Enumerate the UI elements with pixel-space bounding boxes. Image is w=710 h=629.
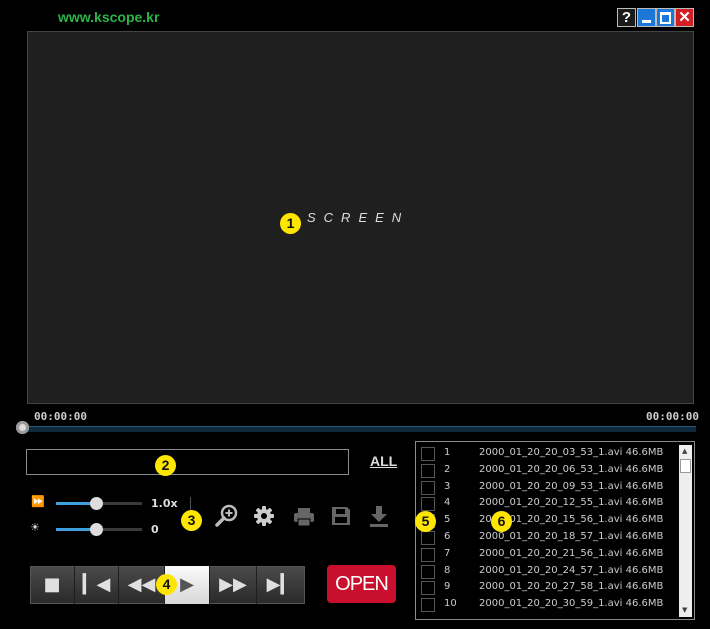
file-name: 2000_01_20_20_06_53_1.avi 46.6MB bbox=[479, 463, 664, 475]
seek-handle[interactable] bbox=[16, 421, 29, 434]
row-number: 7 bbox=[444, 547, 451, 559]
zoom-in-icon[interactable] bbox=[214, 503, 240, 529]
row-number: 3 bbox=[444, 480, 451, 492]
maximize-button[interactable] bbox=[656, 8, 675, 27]
minimize-button[interactable] bbox=[637, 8, 656, 27]
row-checkbox[interactable] bbox=[421, 447, 435, 461]
list-item[interactable]: 8 2000_01_20_20_24_57_1.avi 46.6MB bbox=[416, 563, 678, 579]
row-checkbox[interactable] bbox=[421, 581, 435, 596]
scroll-thumb[interactable] bbox=[680, 459, 691, 473]
next-button[interactable]: ▶▎ bbox=[257, 566, 304, 604]
list-item[interactable]: 1 2000_01_20_20_03_53_1.avi 46.6MB bbox=[416, 445, 678, 461]
marker-1: 1 bbox=[280, 213, 301, 234]
stop-button[interactable]: ■ bbox=[30, 566, 75, 604]
gear-icon[interactable] bbox=[253, 505, 275, 527]
list-item[interactable]: 3 2000_01_20_20_09_53_1.avi 46.6MB bbox=[416, 479, 678, 495]
row-checkbox[interactable] bbox=[421, 480, 435, 495]
download-icon[interactable] bbox=[369, 505, 389, 527]
file-name: 2000_01_20_20_30_59_1.avi 46.6MB bbox=[479, 598, 664, 610]
help-button[interactable]: ? bbox=[617, 8, 636, 27]
file-name: 2000_01_20_20_18_57_1.avi 46.6MB bbox=[479, 531, 664, 542]
open-button[interactable]: OPEN bbox=[327, 565, 396, 603]
list-item[interactable]: 2 2000_01_20_20_06_53_1.avi 46.6MB bbox=[416, 462, 678, 478]
row-number: 4 bbox=[444, 497, 451, 509]
row-checkbox[interactable] bbox=[421, 497, 435, 512]
file-name: 2000_01_20_20_03_53_1.avi 46.6MB bbox=[479, 447, 664, 458]
list-item[interactable]: 9 2000_01_20_20_27_58_1.avi 46.6MB bbox=[416, 579, 678, 596]
row-checkbox[interactable] bbox=[421, 531, 435, 545]
file-name: 2000_01_20_20_27_58_1.avi 46.6MB bbox=[479, 581, 664, 593]
file-info-box bbox=[26, 449, 349, 475]
current-time: 00:00:00 bbox=[34, 410, 87, 423]
previous-button[interactable]: ▎◀ bbox=[75, 566, 119, 604]
speed-slider-handle[interactable] bbox=[90, 497, 103, 510]
brightness-value: 0 bbox=[151, 523, 159, 536]
seek-bar[interactable] bbox=[24, 426, 696, 432]
list-item[interactable]: 6 2000_01_20_20_18_57_1.avi 46.6MB bbox=[416, 529, 678, 545]
sun-icon: ☀ bbox=[30, 521, 40, 534]
row-number: 2 bbox=[444, 463, 451, 475]
fast-forward-button[interactable]: ▶▶ bbox=[210, 566, 257, 604]
fast-forward-icon: ⏩ bbox=[31, 495, 45, 508]
list-item[interactable]: 4 2000_01_20_20_12_55_1.avi 46.6MB bbox=[416, 495, 678, 512]
marker-5: 5 bbox=[415, 511, 436, 532]
site-link[interactable]: www.kscope.kr bbox=[58, 9, 159, 25]
scroll-down-icon[interactable]: ▼ bbox=[682, 606, 687, 614]
row-checkbox[interactable] bbox=[421, 598, 435, 613]
brightness-slider-handle[interactable] bbox=[90, 523, 103, 536]
marker-3: 3 bbox=[181, 510, 202, 531]
row-number: 10 bbox=[444, 598, 457, 610]
file-name: 2000_01_20_20_21_56_1.avi 46.6MB bbox=[479, 547, 664, 559]
total-time: 00:00:00 bbox=[646, 410, 699, 423]
row-number: 5 bbox=[444, 514, 451, 526]
file-name: 2000_01_20_20_24_57_1.avi 46.6MB bbox=[479, 564, 664, 576]
row-number: 6 bbox=[444, 531, 451, 542]
close-button[interactable]: ✕ bbox=[675, 8, 694, 27]
file-name: 2000_01_20_20_09_53_1.avi 46.6MB bbox=[479, 480, 664, 492]
list-item[interactable]: 10 2000_01_20_20_30_59_1.avi 46.6MB bbox=[416, 596, 678, 613]
row-checkbox[interactable] bbox=[421, 463, 435, 478]
save-icon[interactable] bbox=[331, 506, 351, 526]
file-name: 2000_01_20_20_12_55_1.avi 46.6MB bbox=[479, 497, 664, 509]
speed-value: 1.0x bbox=[151, 497, 178, 510]
row-number: 1 bbox=[444, 447, 451, 458]
row-checkbox[interactable] bbox=[421, 564, 435, 579]
row-number: 8 bbox=[444, 564, 451, 576]
row-number: 9 bbox=[444, 581, 451, 593]
list-item[interactable]: 7 2000_01_20_20_21_56_1.avi 46.6MB bbox=[416, 546, 678, 562]
row-checkbox[interactable] bbox=[421, 547, 435, 562]
printer-icon[interactable] bbox=[293, 507, 315, 527]
marker-4: 4 bbox=[156, 574, 177, 595]
marker-6: 6 bbox=[491, 511, 512, 532]
screen-label: SCREEN bbox=[307, 210, 410, 225]
all-button[interactable]: ALL bbox=[370, 453, 397, 469]
list-item[interactable]: 5 2000_01_20_20_15_56_1.avi 46.6MB bbox=[416, 512, 678, 529]
marker-2: 2 bbox=[155, 455, 176, 476]
scroll-up-icon[interactable]: ▲ bbox=[682, 447, 687, 455]
